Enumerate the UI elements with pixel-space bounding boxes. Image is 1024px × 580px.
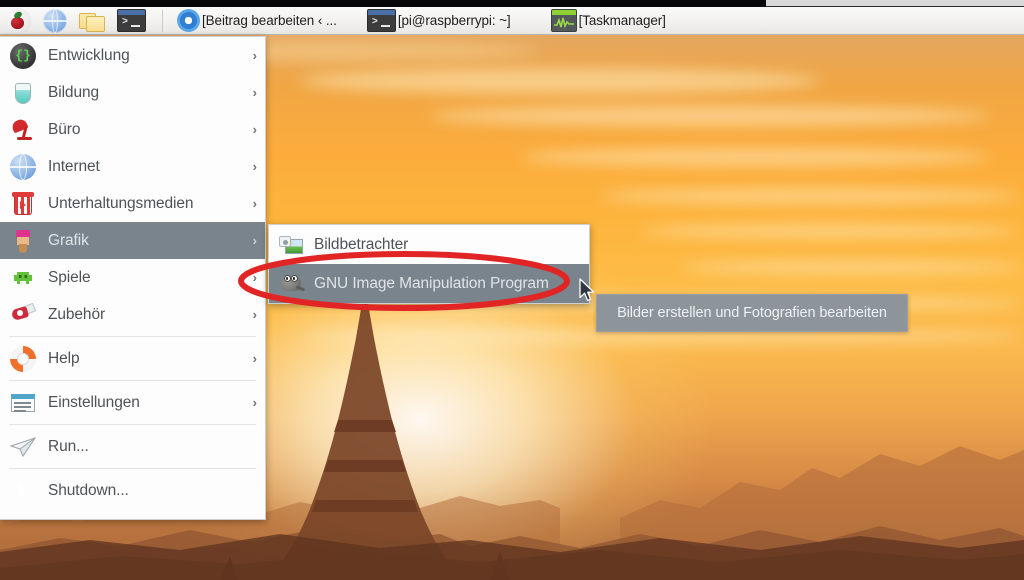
- games-icon: [10, 265, 36, 291]
- chevron-right-icon: ›: [252, 85, 257, 100]
- taskbar-window-terminal[interactable]: > [pi@raspberrypi: ~]: [365, 8, 517, 34]
- terminal-icon: >: [117, 9, 146, 32]
- chevron-right-icon: ›: [252, 122, 257, 137]
- desktop-screen: > [Beitrag bearbeiten ‹ ... > [pi@raspbe…: [0, 0, 1024, 580]
- image-viewer-icon: [279, 233, 303, 257]
- taskbar-window-label: [pi@raspberrypi: ~]: [397, 13, 511, 28]
- tooltip: Bilder erstellen und Fotografien bearbei…: [596, 294, 908, 332]
- menu-item-label: Shutdown...: [48, 481, 129, 499]
- raspberry-icon: [5, 7, 31, 34]
- terminal-icon: >: [366, 9, 396, 32]
- menu-item-run[interactable]: Run...: [0, 428, 265, 465]
- office-icon: [10, 117, 36, 143]
- chevron-right-icon: ›: [252, 395, 257, 410]
- chevron-right-icon: ›: [252, 196, 257, 211]
- menu-item-label: Unterhaltungsmedien: [48, 194, 194, 212]
- help-icon: [10, 345, 36, 372]
- menu-item-bildung[interactable]: Bildung ›: [0, 74, 265, 111]
- menu-item-label: Zubehör: [48, 305, 106, 323]
- chevron-right-icon: ›: [252, 48, 257, 63]
- chevron-right-icon: ›: [252, 233, 257, 248]
- chevron-right-icon: ›: [252, 307, 257, 322]
- menu-separator: [9, 424, 256, 425]
- menu-item-label: Run...: [48, 437, 89, 455]
- menu-item-internet[interactable]: Internet ›: [0, 148, 265, 185]
- terminal-launcher[interactable]: >: [115, 8, 152, 34]
- submenu-item-label: GNU Image Manipulation Program: [314, 274, 549, 292]
- menu-item-label: Entwicklung: [48, 46, 130, 64]
- menu-item-zubehoer[interactable]: Zubehör ›: [0, 296, 265, 333]
- menu-item-label: Grafik: [48, 231, 89, 249]
- taskbar-separator: [162, 9, 163, 32]
- gimp-icon: [279, 272, 306, 296]
- menu-item-buero[interactable]: Büro ›: [0, 111, 265, 148]
- raspberry-menu-button[interactable]: [3, 7, 37, 34]
- education-icon: [10, 80, 36, 106]
- taskbar-window-taskmanager[interactable]: [Taskmanager]: [549, 8, 672, 34]
- menu-item-grafik[interactable]: Grafik ›: [0, 222, 265, 259]
- menu-item-label: Help: [48, 349, 80, 367]
- menu-separator: [9, 380, 256, 381]
- submenu-item-label: Bildbetrachter: [314, 235, 409, 253]
- internet-icon: [10, 153, 36, 180]
- menu-item-shutdown[interactable]: Shutdown...: [0, 472, 265, 509]
- menu-item-label: Spiele: [48, 268, 91, 286]
- shutdown-icon: [10, 478, 36, 504]
- menu-item-label: Büro: [48, 120, 81, 138]
- chevron-right-icon: ›: [252, 351, 257, 366]
- menu-item-label: Einstellungen: [48, 393, 140, 411]
- submenu-item-gimp[interactable]: GNU Image Manipulation Program: [269, 264, 589, 303]
- taskbar-window-label: [Beitrag bearbeiten ‹ ...: [202, 13, 337, 28]
- globe-icon: [43, 8, 67, 33]
- taskmanager-icon: [550, 9, 577, 32]
- tooltip-text: Bilder erstellen und Fotografien bearbei…: [617, 305, 887, 321]
- chevron-right-icon: ›: [252, 270, 257, 285]
- run-icon: [10, 434, 36, 460]
- application-menu[interactable]: Entwicklung › Bildung › Büro › Internet …: [0, 36, 266, 520]
- taskbar-window-label: [Taskmanager]: [578, 13, 666, 28]
- preferences-icon: [10, 390, 36, 416]
- chromium-icon: [177, 9, 200, 32]
- graphics-submenu[interactable]: Bildbetrachter GNU Image Manipulation Pr…: [268, 224, 590, 304]
- taskbar-panel[interactable]: > [Beitrag bearbeiten ‹ ... > [pi@raspbe…: [0, 7, 1024, 35]
- folder-icon: [79, 10, 105, 32]
- menu-item-spiele[interactable]: Spiele ›: [0, 259, 265, 296]
- accessories-icon: [10, 302, 37, 328]
- menu-item-label: Bildung: [48, 83, 100, 101]
- development-icon: [10, 42, 36, 69]
- menu-item-label: Internet: [48, 157, 100, 175]
- taskbar-window-browser[interactable]: [Beitrag bearbeiten ‹ ...: [175, 8, 343, 34]
- chevron-right-icon: ›: [252, 159, 257, 174]
- menu-item-einstellungen[interactable]: Einstellungen ›: [0, 384, 265, 421]
- taskbar-launchers: > [Beitrag bearbeiten ‹ ... > [pi@raspbe…: [0, 7, 672, 34]
- menu-item-entwicklung[interactable]: Entwicklung ›: [0, 37, 265, 74]
- menu-separator: [9, 468, 256, 469]
- web-browser-launcher[interactable]: [41, 8, 73, 34]
- menu-separator: [9, 336, 256, 337]
- submenu-item-bildbetrachter[interactable]: Bildbetrachter: [269, 225, 589, 264]
- graphics-icon: [10, 228, 36, 254]
- file-manager-launcher[interactable]: [77, 8, 111, 34]
- menu-item-unterhaltungsmedien[interactable]: Unterhaltungsmedien ›: [0, 185, 265, 222]
- multimedia-icon: [10, 191, 36, 217]
- menu-item-help[interactable]: Help ›: [0, 340, 265, 377]
- screen-top-bezel-right: [766, 0, 1024, 7]
